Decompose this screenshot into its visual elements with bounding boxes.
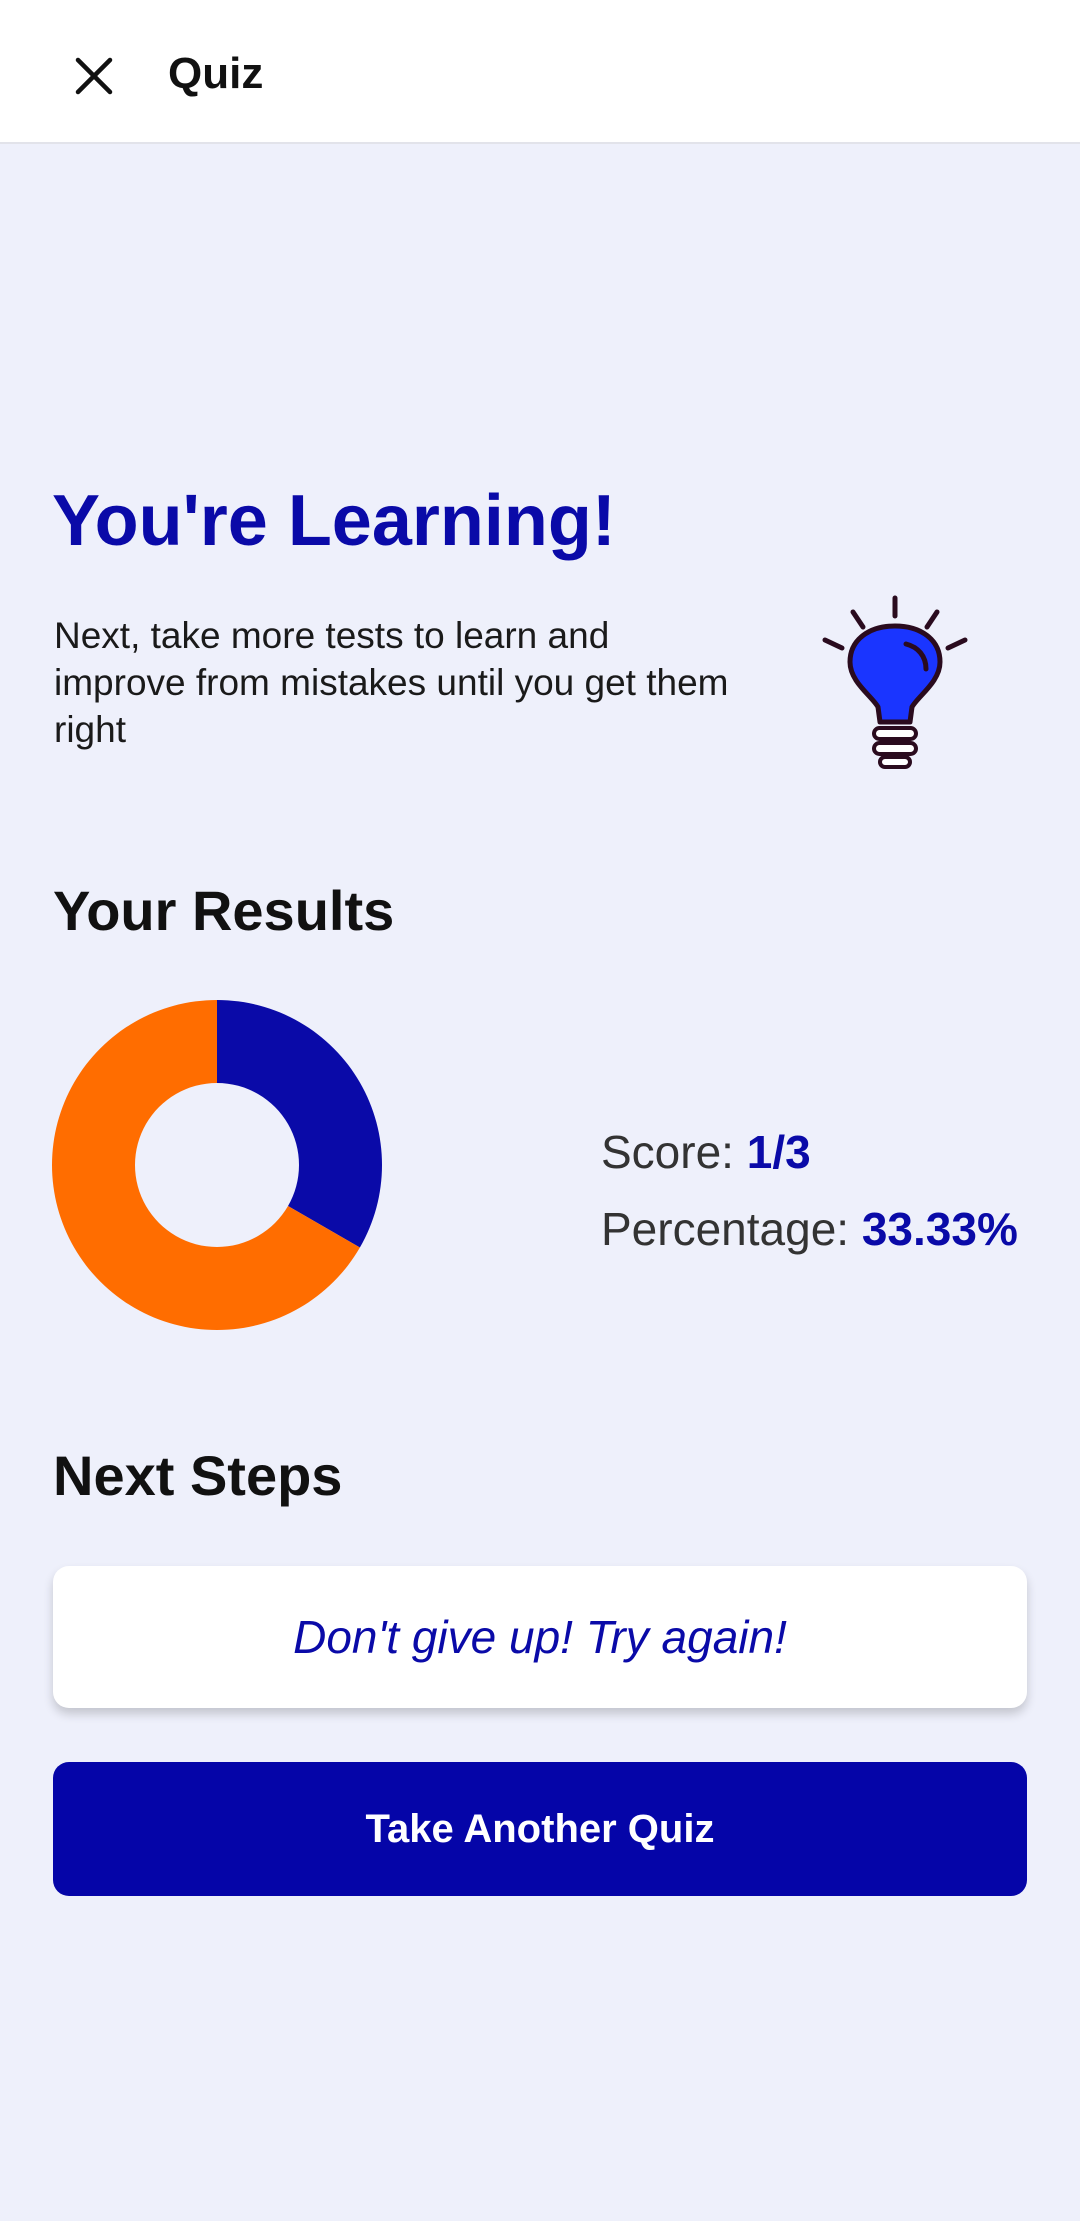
percentage-value: 33.33% — [861, 1203, 1018, 1255]
results-donut-chart — [52, 1000, 382, 1330]
app-bar: Quiz — [0, 0, 1080, 144]
score-value: 1/3 — [746, 1126, 811, 1178]
score-row: Score: 1/3 — [601, 1125, 811, 1179]
advice-card: Don't give up! Try again! — [53, 1566, 1027, 1708]
lightbulb-icon — [822, 595, 968, 769]
percentage-label: Percentage: — [601, 1203, 850, 1255]
close-icon — [75, 57, 113, 95]
score-label: Score: — [601, 1126, 734, 1178]
take-another-quiz-button[interactable]: Take Another Quiz — [53, 1762, 1027, 1896]
percentage-row: Percentage: 33.33% — [601, 1202, 1018, 1256]
close-button[interactable] — [62, 44, 126, 108]
donut-slice-correct — [217, 1000, 382, 1248]
result-subtext: Next, take more tests to learn and impro… — [54, 615, 729, 750]
results-section-title: Your Results — [53, 879, 395, 942]
next-steps-section-title: Next Steps — [53, 1444, 343, 1507]
advice-text: Don't give up! Try again! — [293, 1611, 787, 1663]
result-headline: You're Learning! — [52, 481, 616, 561]
page-title: Quiz — [168, 49, 264, 98]
